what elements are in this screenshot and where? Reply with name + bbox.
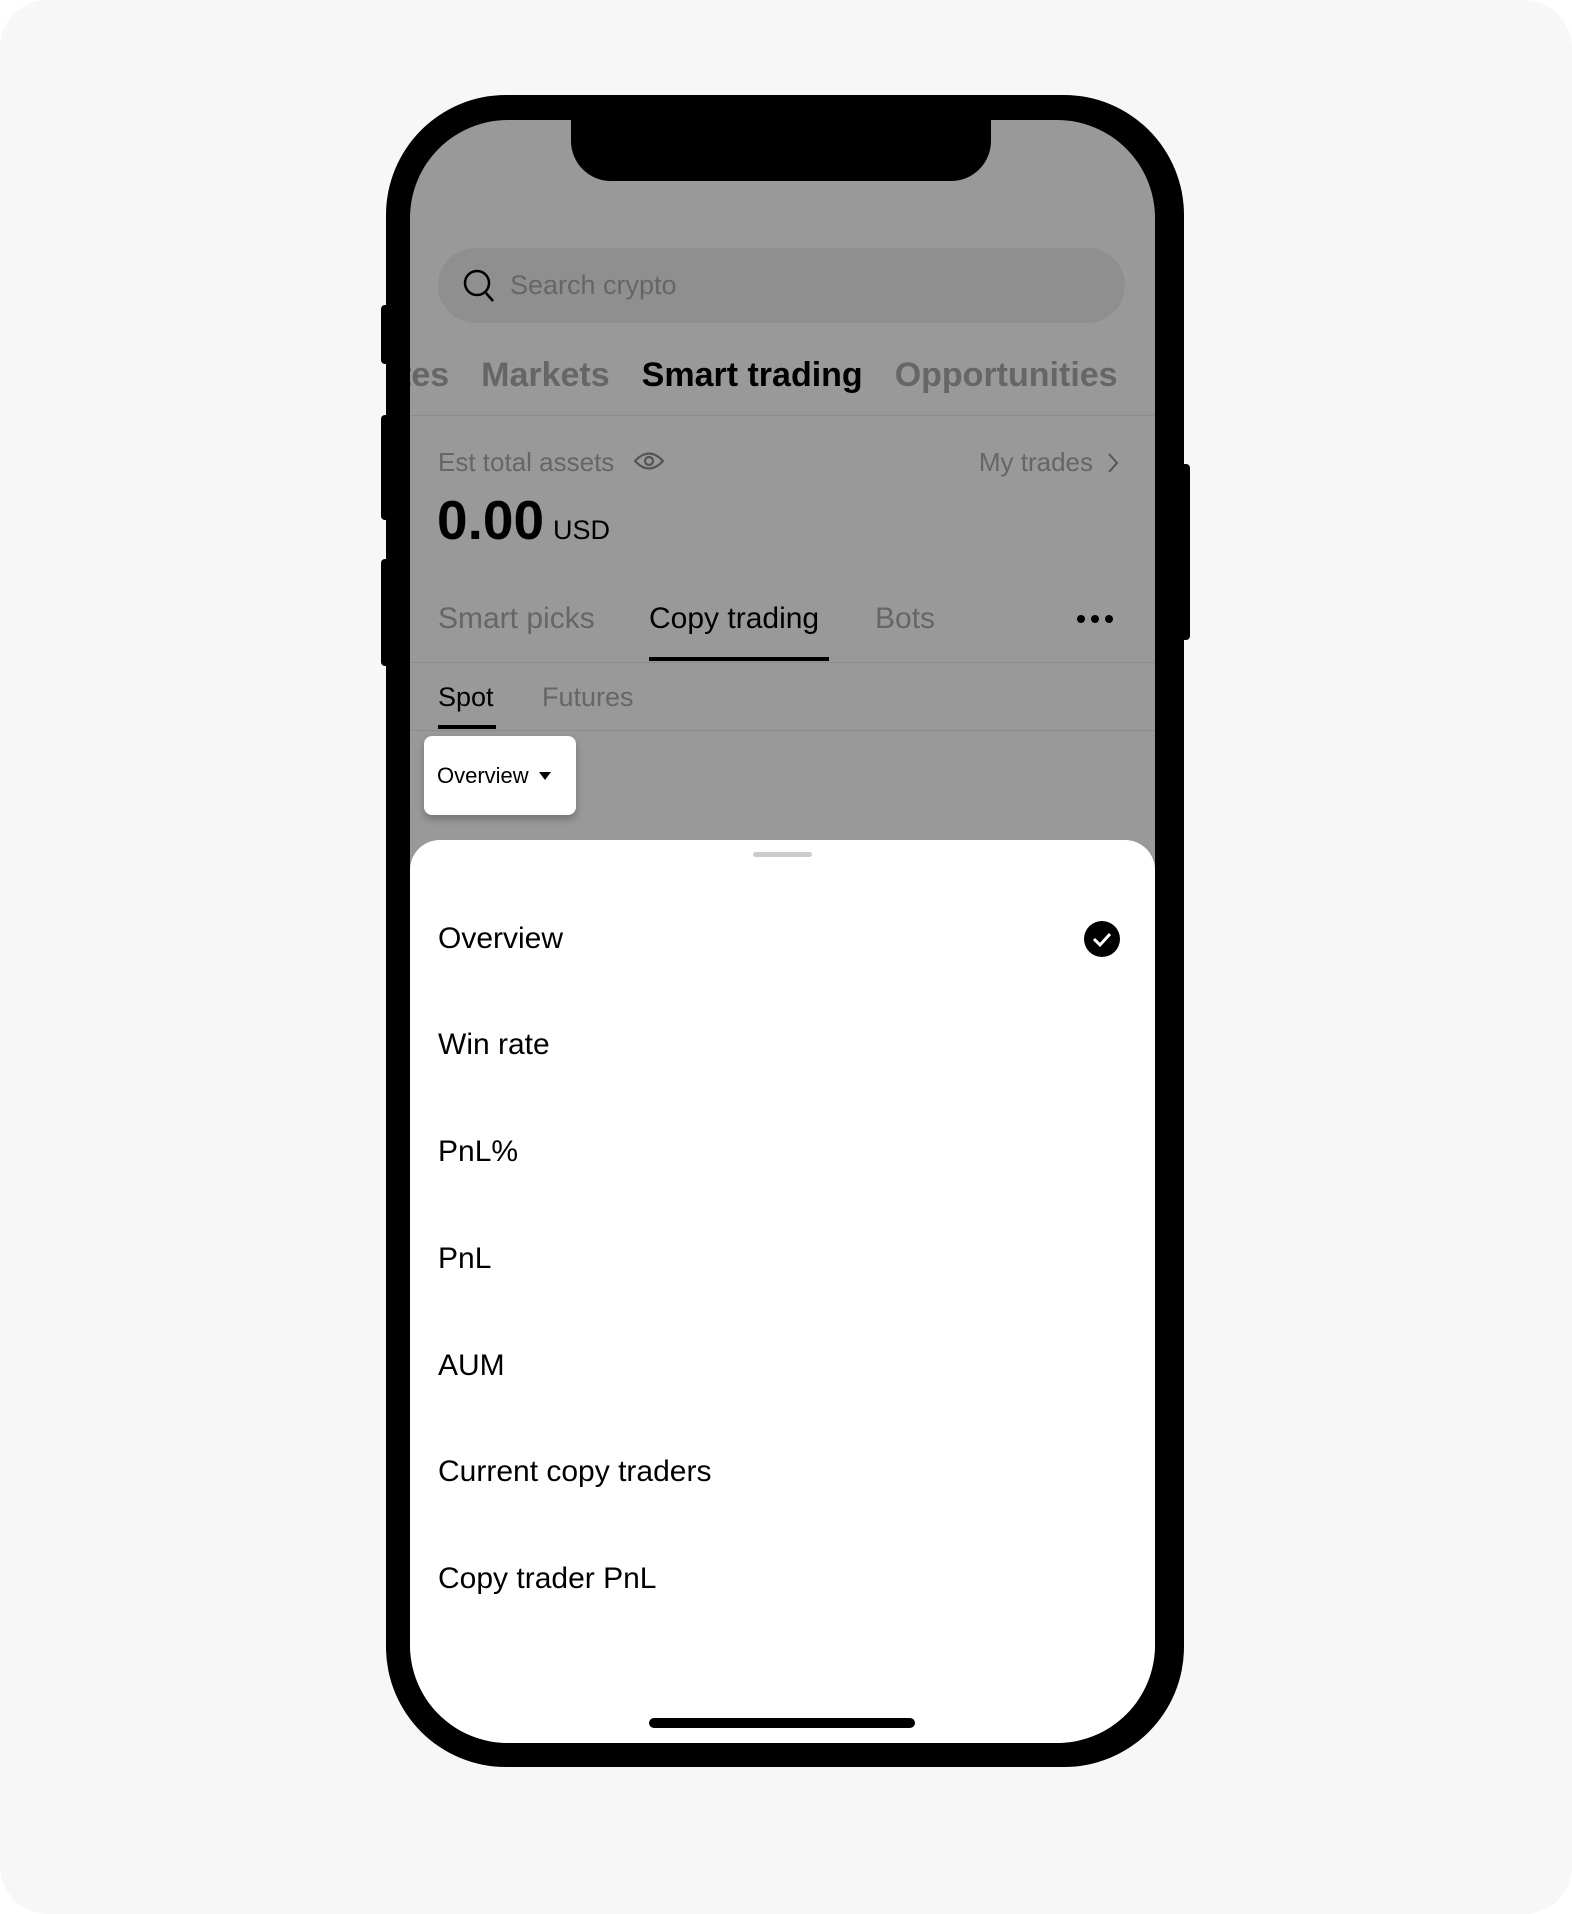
- tab-smart-picks[interactable]: Smart picks: [438, 602, 595, 636]
- tab-copy-trading[interactable]: Copy trading: [649, 602, 819, 636]
- tab-markets[interactable]: Markets: [481, 356, 610, 395]
- sheet-option-pnl[interactable]: PnL: [438, 1242, 491, 1276]
- sheet-option-aum[interactable]: AUM: [438, 1349, 505, 1383]
- more-icon[interactable]: [1076, 614, 1114, 624]
- sort-dropdown-button[interactable]: Overview: [424, 736, 576, 815]
- sheet-option-copy-trader-pnl[interactable]: Copy trader PnL: [438, 1562, 656, 1596]
- sort-bottom-sheet: Overview Win rate PnL% PnL AUM Current c…: [410, 840, 1155, 1743]
- sheet-option-win-rate[interactable]: Win rate: [438, 1028, 550, 1062]
- caret-down-icon: [538, 771, 551, 780]
- search-placeholder: Search crypto: [510, 270, 677, 300]
- home-indicator[interactable]: [649, 1718, 915, 1728]
- divider: [410, 662, 1155, 663]
- my-trades-label: My trades: [978, 447, 1093, 477]
- sheet-option-current-copy-traders[interactable]: Current copy traders: [438, 1455, 711, 1489]
- sort-dropdown-label: Overview: [437, 762, 529, 788]
- search-input[interactable]: Search crypto: [438, 248, 1125, 323]
- screen: Search crypto tes Markets Smart trading …: [410, 120, 1155, 1743]
- assets-currency: USD: [553, 515, 611, 545]
- sheet-option-pnl-percent[interactable]: PnL%: [438, 1135, 518, 1169]
- divider: [410, 730, 1155, 731]
- est-total-assets-label: Est total assets: [438, 447, 615, 477]
- spot-underline: [438, 725, 496, 729]
- divider: [410, 415, 1155, 416]
- tab-opportunities[interactable]: Opportunities: [895, 356, 1118, 395]
- tab-smart-trading[interactable]: Smart trading: [642, 356, 863, 395]
- eye-icon[interactable]: [633, 448, 665, 474]
- sheet-option-overview[interactable]: Overview: [438, 922, 563, 956]
- tab-spot[interactable]: Spot: [438, 682, 494, 713]
- total-assets-value: 0.00 USD: [437, 488, 610, 552]
- top-tabs: tes Markets Smart trading Opportunities: [410, 356, 1118, 395]
- chevron-right-icon: [1108, 452, 1119, 473]
- search-icon: [463, 269, 494, 302]
- sheet-drag-handle[interactable]: [753, 852, 812, 857]
- notch: [571, 120, 991, 181]
- assets-amount: 0.00: [437, 489, 545, 551]
- tab-bots[interactable]: Bots: [875, 602, 935, 636]
- tab-futures[interactable]: Futures: [542, 682, 634, 713]
- active-tab-underline: [649, 657, 829, 661]
- tab-updates[interactable]: tes: [410, 356, 449, 395]
- my-trades-link[interactable]: My trades: [979, 447, 1119, 478]
- check-circle-icon: [1084, 921, 1120, 957]
